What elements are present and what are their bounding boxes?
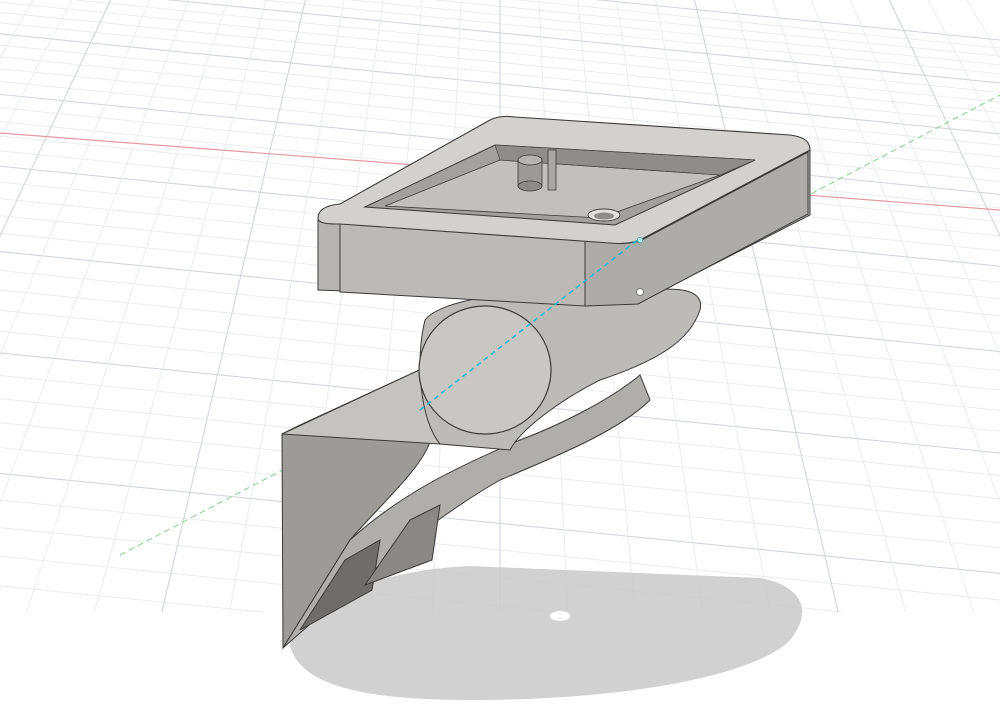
grid-line-vertical bbox=[994, 0, 1000, 620]
tray-boss-top bbox=[517, 154, 543, 166]
shadow-hole bbox=[550, 611, 570, 621]
tray-screw-hole-inner bbox=[594, 212, 614, 220]
grid-line-vertical bbox=[0, 0, 34, 60]
grid-line-vertical bbox=[0, 0, 73, 140]
tray-divider bbox=[547, 149, 557, 191]
grid-line-vertical bbox=[0, 0, 112, 238]
axis-origin-marker bbox=[637, 237, 643, 243]
grid-line-vertical bbox=[0, 0, 6, 620]
model-body[interactable] bbox=[281, 115, 811, 650]
grid-line-vertical bbox=[0, 0, 189, 504]
grid-line-vertical bbox=[927, 0, 1000, 140]
tray-boss-base bbox=[517, 180, 543, 192]
neck-end-face bbox=[418, 305, 552, 435]
axis-point-marker bbox=[636, 288, 644, 296]
canvas-viewport[interactable] bbox=[0, 0, 1000, 726]
grid-line-vertical bbox=[966, 0, 1000, 60]
grid-line-vertical bbox=[811, 0, 1000, 504]
scene-svg[interactable] bbox=[0, 0, 1000, 726]
